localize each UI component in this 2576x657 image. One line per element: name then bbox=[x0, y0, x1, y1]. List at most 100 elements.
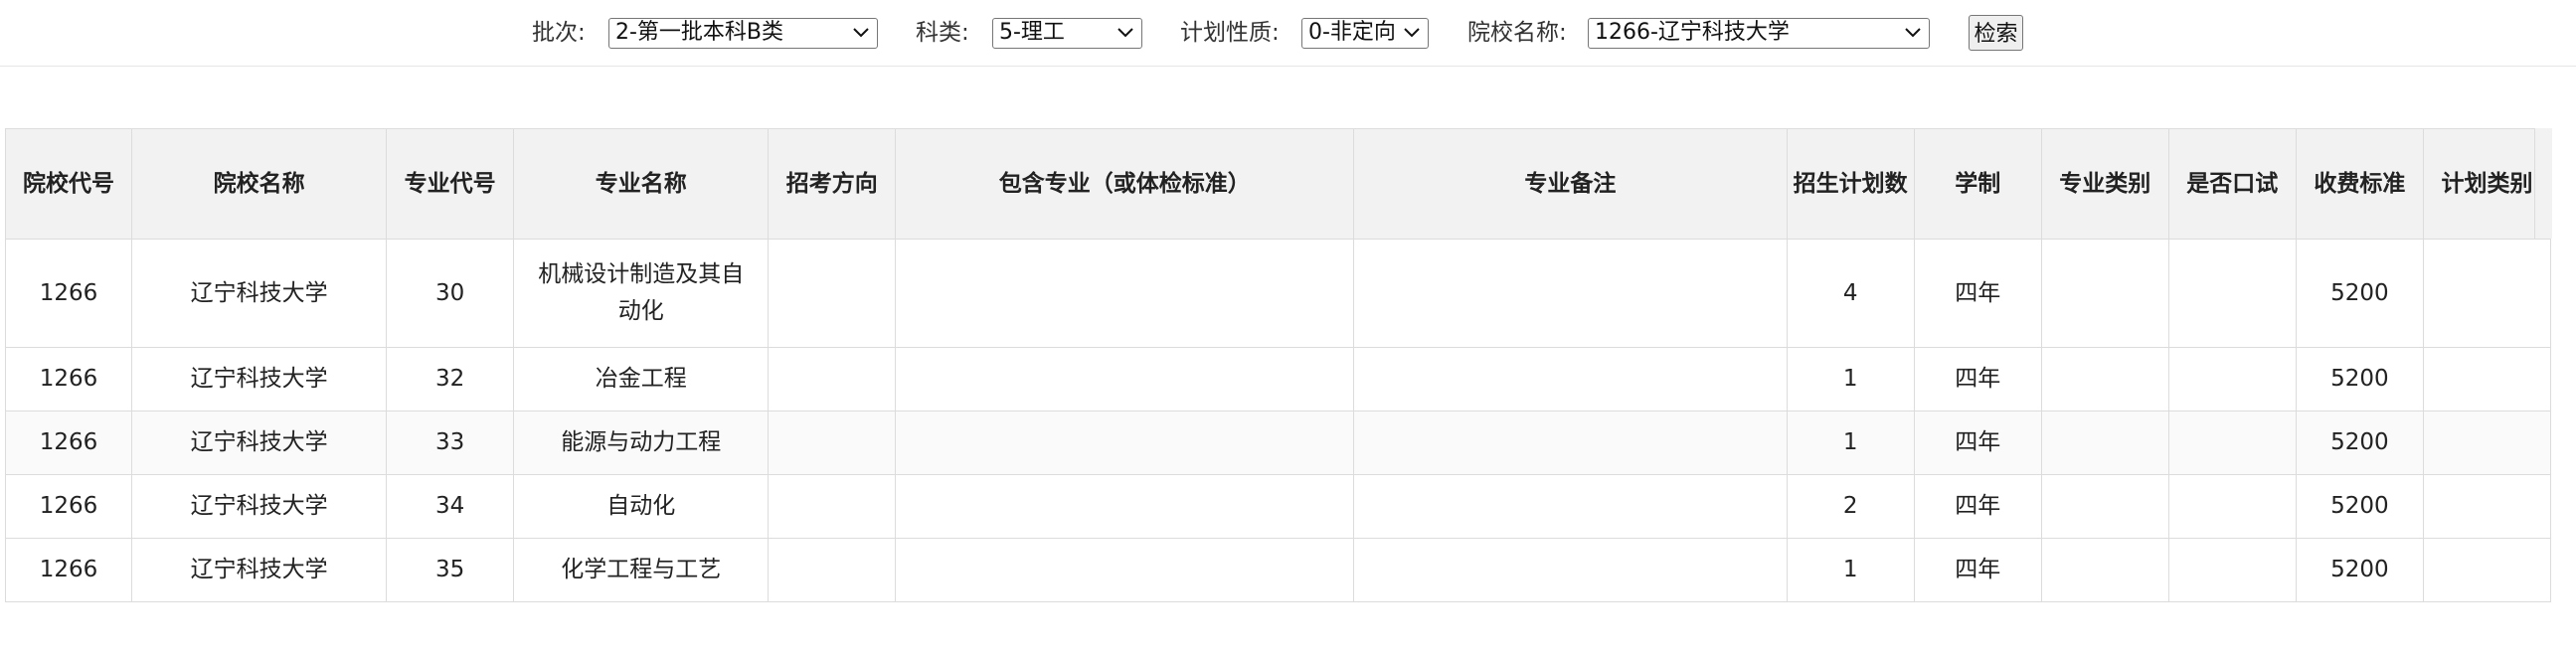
cell-plan-type bbox=[2422, 347, 2552, 411]
table-header-row: 院校代号 院校名称 专业代号 专业名称 招考方向 包含专业（或体检标准） 专业备… bbox=[4, 128, 2552, 240]
header-school-name: 院校名称 bbox=[131, 128, 388, 240]
cell-major-code: 32 bbox=[386, 347, 515, 411]
cell-included bbox=[895, 538, 1355, 602]
header-included: 包含专业（或体检标准） bbox=[895, 128, 1355, 240]
cell-school-name: 辽宁科技大学 bbox=[131, 474, 388, 539]
cell-school-code: 1266 bbox=[4, 474, 133, 539]
chevron-down-icon bbox=[1905, 21, 1921, 38]
cell-duration: 四年 bbox=[1913, 411, 2042, 475]
cell-duration: 四年 bbox=[1913, 239, 2042, 348]
header-oral-test: 是否口试 bbox=[2167, 128, 2297, 240]
chevron-down-icon bbox=[1117, 21, 1133, 38]
cell-duration: 四年 bbox=[1913, 474, 2042, 539]
chevron-down-icon bbox=[853, 21, 869, 38]
cell-plan-type bbox=[2422, 239, 2552, 348]
cell-plan-count: 1 bbox=[1786, 411, 1915, 475]
cell-major-type bbox=[2040, 239, 2169, 348]
cell-school-name: 辽宁科技大学 bbox=[131, 347, 388, 411]
cell-major-code: 33 bbox=[386, 411, 515, 475]
cell-plan-count: 1 bbox=[1786, 538, 1915, 602]
cell-major-name: 能源与动力工程 bbox=[513, 411, 770, 475]
school-label: 院校名称: bbox=[1467, 20, 1567, 46]
cell-major-code: 30 bbox=[386, 239, 515, 348]
header-major-type: 专业类别 bbox=[2040, 128, 2169, 240]
cell-plan-count: 2 bbox=[1786, 474, 1915, 539]
cell-remarks bbox=[1353, 538, 1788, 602]
school-select[interactable]: 1266-辽宁科技大学 bbox=[1588, 18, 1930, 49]
batch-label: 批次: bbox=[532, 20, 586, 46]
cell-oral-test bbox=[2167, 239, 2297, 348]
header-duration: 学制 bbox=[1913, 128, 2042, 240]
table-row: 1266 辽宁科技大学 33 能源与动力工程 1 四年 5200 bbox=[4, 411, 2552, 475]
cell-school-code: 1266 bbox=[4, 538, 133, 602]
cell-plan-count: 4 bbox=[1786, 239, 1915, 348]
cell-direction bbox=[768, 411, 897, 475]
cell-school-code: 1266 bbox=[4, 411, 133, 475]
header-major-code: 专业代号 bbox=[386, 128, 515, 240]
cell-major-name: 自动化 bbox=[513, 474, 770, 539]
cell-plan-type bbox=[2422, 411, 2552, 475]
cell-school-name: 辽宁科技大学 bbox=[131, 538, 388, 602]
category-select[interactable]: 5-理工 bbox=[992, 18, 1142, 49]
cell-oral-test bbox=[2167, 347, 2297, 411]
table-row: 1266 辽宁科技大学 32 冶金工程 1 四年 5200 bbox=[4, 347, 2552, 411]
cell-fee: 5200 bbox=[2295, 538, 2424, 602]
cell-remarks bbox=[1353, 239, 1788, 348]
header-major-name: 专业名称 bbox=[513, 128, 770, 240]
cell-major-type bbox=[2040, 474, 2169, 539]
table-header-scroll-strip bbox=[2534, 128, 2552, 239]
cell-major-name: 化学工程与工艺 bbox=[513, 538, 770, 602]
cell-direction bbox=[768, 538, 897, 602]
cell-major-code: 35 bbox=[386, 538, 515, 602]
cell-major-type bbox=[2040, 538, 2169, 602]
category-label: 科类: bbox=[916, 20, 969, 46]
batch-select-value: 2-第一批本科B类 bbox=[615, 20, 784, 45]
chevron-down-icon bbox=[1404, 21, 1420, 38]
plan-nature-select[interactable]: 0-非定向 bbox=[1301, 18, 1429, 49]
cell-oral-test bbox=[2167, 411, 2297, 475]
enrollment-plan-table: 院校代号 院校名称 专业代号 专业名称 招考方向 包含专业（或体检标准） 专业备… bbox=[4, 128, 2552, 602]
cell-fee: 5200 bbox=[2295, 239, 2424, 348]
plan-nature-label: 计划性质: bbox=[1180, 20, 1280, 46]
cell-fee: 5200 bbox=[2295, 347, 2424, 411]
batch-select[interactable]: 2-第一批本科B类 bbox=[608, 18, 878, 49]
cell-direction bbox=[768, 474, 897, 539]
cell-remarks bbox=[1353, 474, 1788, 539]
table-row: 1266 辽宁科技大学 30 机械设计制造及其自动化 4 四年 5200 bbox=[4, 239, 2552, 348]
cell-plan-count: 1 bbox=[1786, 347, 1915, 411]
cell-remarks bbox=[1353, 411, 1788, 475]
cell-school-name: 辽宁科技大学 bbox=[131, 411, 388, 475]
cell-fee: 5200 bbox=[2295, 474, 2424, 539]
table-row: 1266 辽宁科技大学 34 自动化 2 四年 5200 bbox=[4, 474, 2552, 539]
cell-included bbox=[895, 474, 1355, 539]
cell-major-code: 34 bbox=[386, 474, 515, 539]
cell-duration: 四年 bbox=[1913, 538, 2042, 602]
cell-fee: 5200 bbox=[2295, 411, 2424, 475]
cell-school-code: 1266 bbox=[4, 347, 133, 411]
school-select-value: 1266-辽宁科技大学 bbox=[1595, 20, 1790, 45]
table-row: 1266 辽宁科技大学 35 化学工程与工艺 1 四年 5200 bbox=[4, 538, 2552, 602]
cell-included bbox=[895, 239, 1355, 348]
cell-school-code: 1266 bbox=[4, 239, 133, 348]
cell-included bbox=[895, 347, 1355, 411]
header-fee: 收费标准 bbox=[2295, 128, 2424, 240]
cell-major-type bbox=[2040, 347, 2169, 411]
plan-nature-select-value: 0-非定向 bbox=[1308, 20, 1396, 45]
cell-major-type bbox=[2040, 411, 2169, 475]
cell-remarks bbox=[1353, 347, 1788, 411]
header-plan-type: 计划类别 bbox=[2422, 128, 2552, 240]
header-school-code: 院校代号 bbox=[4, 128, 133, 240]
cell-duration: 四年 bbox=[1913, 347, 2042, 411]
search-button[interactable]: 检索 bbox=[1969, 15, 2023, 51]
cell-included bbox=[895, 411, 1355, 475]
header-remarks: 专业备注 bbox=[1353, 128, 1788, 240]
cell-oral-test bbox=[2167, 538, 2297, 602]
cell-direction bbox=[768, 347, 897, 411]
header-direction: 招考方向 bbox=[768, 128, 897, 240]
header-plan-count: 招生计划数 bbox=[1786, 128, 1915, 240]
cell-direction bbox=[768, 239, 897, 348]
cell-plan-type bbox=[2422, 538, 2552, 602]
category-select-value: 5-理工 bbox=[999, 20, 1065, 45]
filter-bar: 批次: 2-第一批本科B类 科类: 5-理工 计划性质: 0-非定向 院校名称:… bbox=[0, 0, 2576, 67]
cell-oral-test bbox=[2167, 474, 2297, 539]
